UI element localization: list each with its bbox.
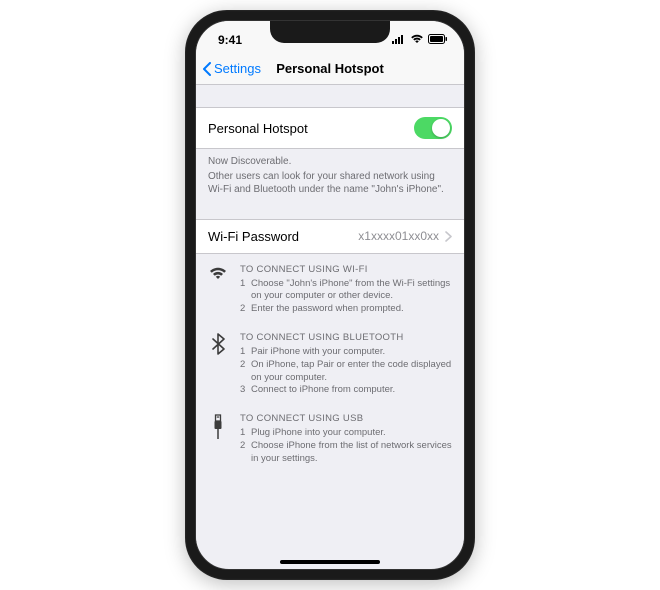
instruction-bluetooth: TO CONNECT USING BLUETOOTH 1Pair iPhone …: [208, 332, 452, 397]
instructions: TO CONNECT USING WI-FI 1Choose "John's i…: [196, 254, 464, 466]
wifi-icon: [208, 264, 228, 316]
chevron-left-icon: [202, 62, 212, 76]
back-button[interactable]: Settings: [196, 61, 261, 76]
instruction-step: 3Connect to iPhone from computer.: [240, 384, 452, 397]
content: Personal Hotspot Now Discoverable. Other…: [196, 85, 464, 551]
footer-discoverable: Now Discoverable.: [208, 155, 452, 169]
footer-description: Other users can look for your shared net…: [208, 170, 452, 197]
usb-icon: [208, 413, 228, 465]
back-label: Settings: [214, 61, 261, 76]
bluetooth-icon: [208, 332, 228, 397]
instruction-step: 1Plug iPhone into your computer.: [240, 427, 452, 440]
instruction-title: TO CONNECT USING BLUETOOTH: [240, 332, 452, 343]
instruction-step: 1Choose "John's iPhone" from the Wi-Fi s…: [240, 278, 452, 304]
status-time: 9:41: [218, 33, 242, 47]
instruction-step: 2Choose iPhone from the list of network …: [240, 440, 452, 466]
hotspot-toggle-row[interactable]: Personal Hotspot: [196, 107, 464, 149]
instruction-wifi: TO CONNECT USING WI-FI 1Choose "John's i…: [208, 264, 452, 316]
instruction-title: TO CONNECT USING WI-FI: [240, 264, 452, 275]
notch: [270, 21, 390, 43]
instruction-title: TO CONNECT USING USB: [240, 413, 452, 424]
instruction-usb: TO CONNECT USING USB 1Plug iPhone into y…: [208, 413, 452, 465]
phone-frame: 9:41 Settings Personal Hotspot: [185, 10, 475, 580]
instruction-step: 2On iPhone, tap Pair or enter the code d…: [240, 359, 452, 385]
wifi-password-value: x1xxxx01xx0xx: [358, 229, 439, 243]
instruction-step: 2Enter the password when prompted.: [240, 303, 452, 316]
hotspot-toggle[interactable]: [414, 117, 452, 139]
wifi-password-label: Wi-Fi Password: [208, 229, 299, 244]
nav-bar: Settings Personal Hotspot: [196, 53, 464, 85]
screen: 9:41 Settings Personal Hotspot: [195, 20, 465, 570]
chevron-right-icon: [445, 231, 452, 242]
hotspot-label: Personal Hotspot: [208, 121, 308, 136]
wifi-password-row[interactable]: Wi-Fi Password x1xxxx01xx0xx: [196, 219, 464, 254]
instruction-step: 1Pair iPhone with your computer.: [240, 346, 452, 359]
cellular-icon: [392, 33, 406, 47]
wifi-status-icon: [410, 33, 424, 47]
home-indicator[interactable]: [280, 560, 380, 564]
battery-icon: [428, 33, 448, 47]
hotspot-footer: Now Discoverable. Other users can look f…: [196, 149, 464, 197]
